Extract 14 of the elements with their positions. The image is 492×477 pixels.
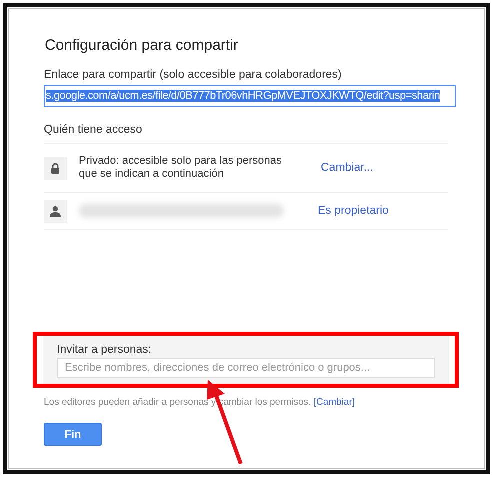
access-heading: Quién tiene acceso [44, 124, 448, 144]
dialog-title: Configuración para compartir [45, 37, 240, 54]
visibility-text: Privado: accesible solo para las personas que se indican a continuación [79, 155, 284, 181]
link-field[interactable]: s.google.com/a/ucm.es/file/d/0B777bTr06vhHRGpMVEJTOXJKWTQ/edit?usp=sharin [44, 85, 456, 107]
access-link[interactable]: Cambiar... [321, 162, 374, 174]
done-button[interactable]: Fin [44, 423, 102, 446]
access-link[interactable]: Es propietario [318, 205, 389, 217]
link-label: Enlace para compartir (solo accesible para colaboradores) [44, 69, 343, 81]
link-text: s.google.com/a/ucm.es/file/d/0B777bTr06vhHRGpMVEJTOXJKWTQ/edit?usp=sharin [46, 90, 440, 102]
invite-field[interactable]: Escribe nombres, direcciones de correo electrónico o grupos... [57, 358, 435, 378]
invite-label: Invitar a personas: [57, 344, 153, 356]
change-link[interactable]: [Cambiar] [314, 397, 356, 408]
person-icon [50, 206, 61, 216]
lock-icon [51, 162, 60, 174]
